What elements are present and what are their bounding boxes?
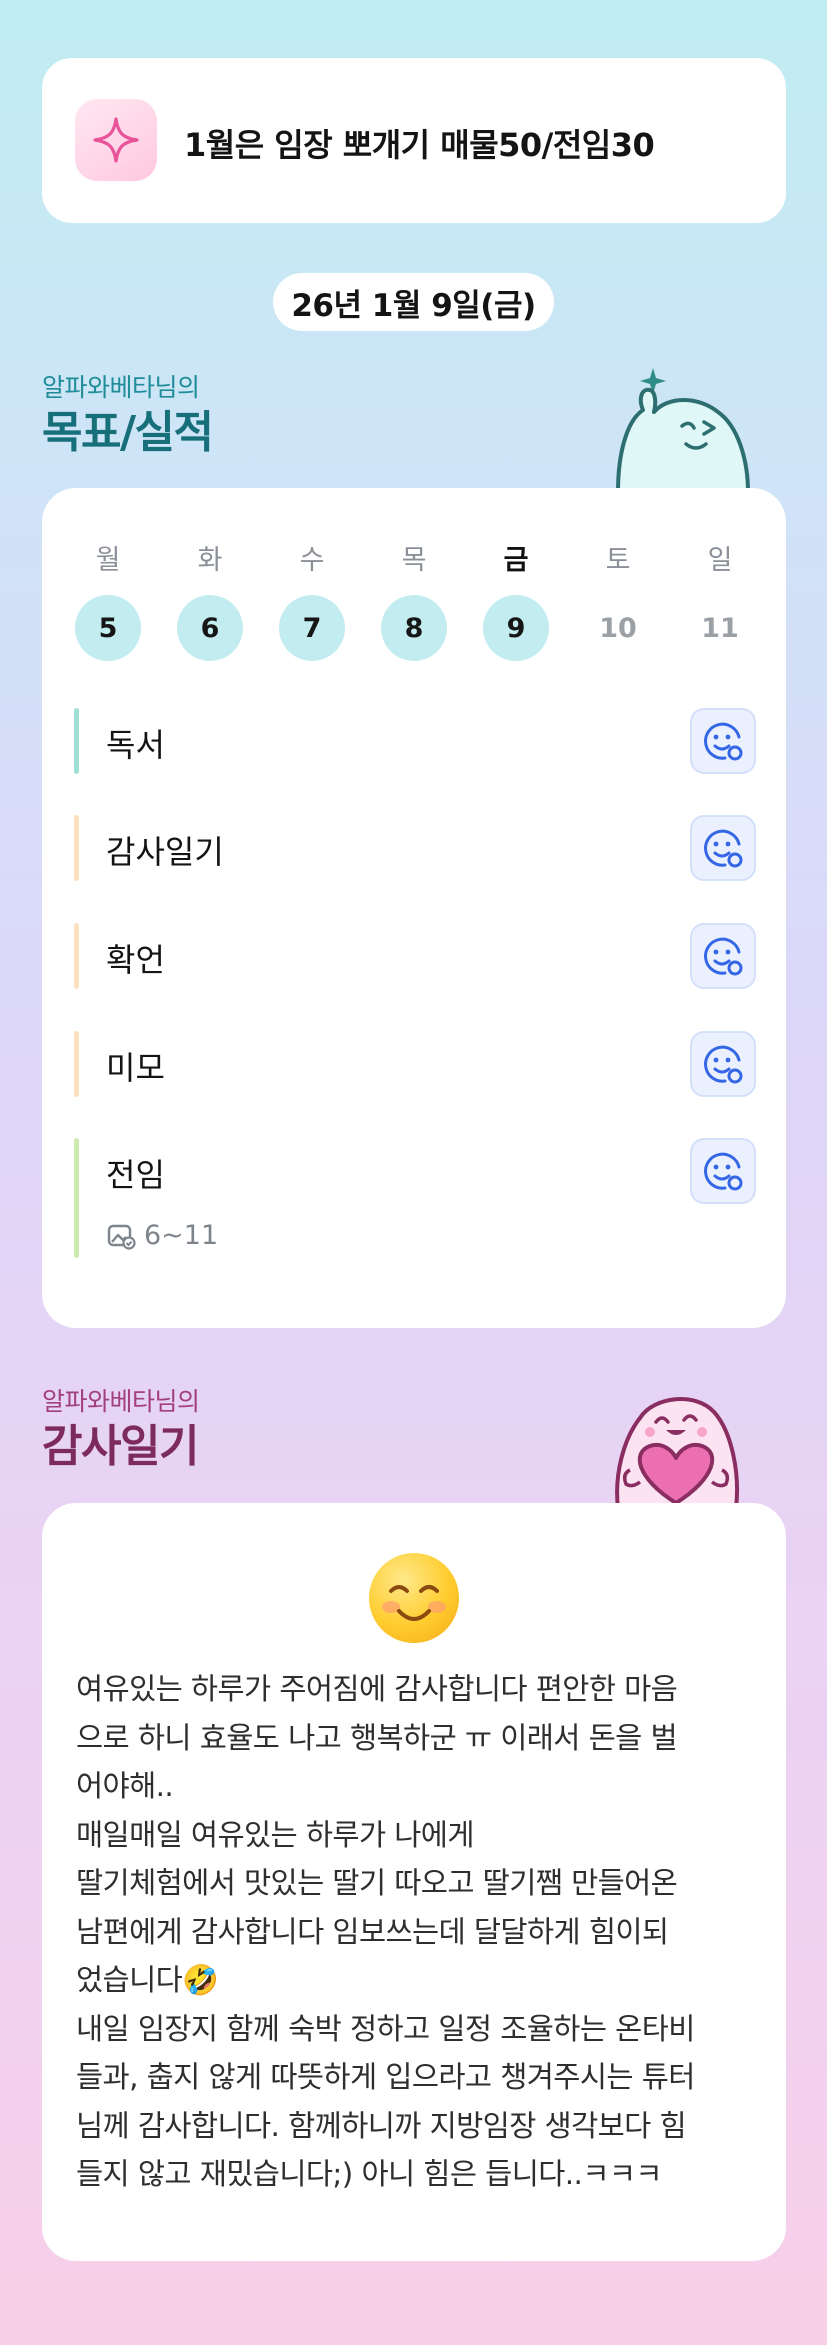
task-row-gratitude: 감사일기	[74, 815, 756, 881]
weekday-label-today: 금	[503, 545, 529, 576]
task-row-beauty: 미모	[74, 1031, 756, 1097]
monthly-goal-text: 1월은 임장 뽀개기 매물50/전임30	[184, 126, 655, 164]
smile-add-button[interactable]	[690, 1031, 756, 1097]
goals-section-title: 목표/실적	[42, 407, 214, 458]
gratitude-section-title: 감사일기	[42, 1421, 199, 1472]
task-color-bar	[74, 708, 79, 774]
smile-add-icon	[704, 937, 743, 976]
smile-add-button[interactable]	[690, 708, 756, 774]
sparkle-icon	[75, 99, 157, 181]
task-name: 독서	[106, 726, 165, 764]
task-row-reading: 독서	[74, 708, 756, 774]
day-10[interactable]: 10	[585, 595, 651, 661]
task-color-bar	[74, 1138, 79, 1258]
task-meta-range: 6~11	[144, 1220, 219, 1251]
task-row-affirmation: 확언	[74, 923, 756, 989]
smile-add-icon	[704, 1152, 743, 1191]
day-11[interactable]: 11	[687, 595, 753, 661]
date-selector[interactable]: 26년 1월 9일(금)	[273, 273, 554, 331]
task-name: 미모	[106, 1049, 165, 1087]
mascot-heart-illustration	[596, 1378, 756, 1510]
day-5[interactable]: 5	[75, 595, 141, 661]
task-meta: 6~11	[106, 1220, 218, 1251]
weekday-label: 화	[197, 545, 223, 576]
weekday-label: 수	[299, 545, 325, 576]
day-7[interactable]: 7	[279, 595, 345, 661]
image-check-icon	[107, 1224, 136, 1250]
day-6[interactable]: 6	[177, 595, 243, 661]
monthly-goal-card[interactable]: 1월은 임장 뽀개기 매물50/전임30	[42, 58, 786, 223]
smile-add-button[interactable]	[690, 923, 756, 989]
gratitude-card: 여유있는 하루가 주어짐에 감사합니다 편안한 마음 으로 하니 효율도 나고 …	[42, 1503, 786, 2261]
weekday-label: 일	[707, 545, 733, 576]
smile-add-icon	[704, 1045, 743, 1084]
weekday-label: 토	[605, 545, 631, 576]
task-color-bar	[74, 923, 79, 989]
task-name: 감사일기	[106, 833, 224, 871]
smile-add-button[interactable]	[690, 815, 756, 881]
smiling-face-emoji	[369, 1553, 459, 1643]
gratitude-journal-text: 여유있는 하루가 주어짐에 감사합니다 편안한 마음 으로 하니 효율도 나고 …	[76, 1672, 695, 2191]
smile-add-button[interactable]	[690, 1138, 756, 1204]
day-9-today[interactable]: 9	[483, 595, 549, 661]
smile-add-icon	[704, 829, 743, 868]
task-name: 전임	[106, 1156, 165, 1194]
weekday-label: 목	[401, 545, 427, 576]
smile-add-icon	[704, 722, 743, 761]
day-8[interactable]: 8	[381, 595, 447, 661]
weekday-label: 월	[95, 545, 121, 576]
task-row-jeonim: 전임 6~11	[74, 1138, 756, 1258]
task-color-bar	[74, 815, 79, 881]
mascot-thumbs-up-illustration	[598, 360, 758, 494]
task-color-bar	[74, 1031, 79, 1097]
goals-card: 월 화 수 목 금 토 일 5 6 7 8 9 10 11 독서 감사일기 확언…	[42, 488, 786, 1328]
task-name: 확언	[106, 941, 165, 979]
